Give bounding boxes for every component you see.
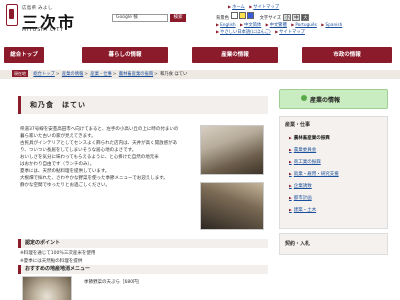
search-button[interactable]: 検索 xyxy=(170,14,186,22)
sidebar-category[interactable]: 産業・仕事 xyxy=(285,121,310,128)
breadcrumb: 現在地 総合トップ> 産業の情報> 産業・仕事> 農林畜産業の振興> 和乃食 ほ… xyxy=(0,70,400,79)
sidebar-item-label: 企業誘致 xyxy=(293,184,312,189)
easy-japanese-link[interactable]: やさしい日本語(にほんご) xyxy=(220,30,271,35)
points-heading: 認定のポイント xyxy=(18,239,268,248)
arrow-icon: ▶ xyxy=(289,160,292,164)
sidebar-item-employment[interactable]: ▶ 就業・雇用・研究支援 xyxy=(289,171,339,177)
sidebar-item-construction[interactable]: ▶ 建築・土木 xyxy=(289,207,316,213)
font-size-label: 文字サイズ xyxy=(259,16,281,21)
page-title-bar: 和乃食 ほてい xyxy=(18,96,268,114)
category-icon xyxy=(301,95,307,101)
search-input[interactable]: Google 検 xyxy=(112,14,168,22)
city-emblem-icon[interactable] xyxy=(6,4,18,26)
lang-portuguese-link[interactable]: Português xyxy=(295,23,317,28)
sidebar-item-agriculture[interactable]: ▶ 農林畜産業の振興 xyxy=(289,135,330,141)
sidebar-item-commerce[interactable]: ▶ 商工業の振興 xyxy=(289,159,321,165)
global-nav: 総合トップ 暮らしの情報 産業の情報 市政の情報 xyxy=(0,40,400,66)
arrow-icon: ▶ xyxy=(289,184,292,188)
sidebar-item-label: 商工業の振興 xyxy=(293,160,321,165)
breadcrumb-current-location-tag: 現在地 xyxy=(12,70,28,77)
nav-city-government[interactable]: 市政の情報 xyxy=(302,47,392,63)
color-yellow-button[interactable] xyxy=(239,12,247,19)
sitemap-link[interactable]: サイトマップ xyxy=(253,5,279,10)
description-line: おいしさを気分に味わってもらえるように、と心掛けた自然の地元米 xyxy=(20,155,159,160)
arrow-icon: ▶ xyxy=(289,136,292,140)
color-white-button[interactable] xyxy=(231,12,239,19)
home-link[interactable]: ホーム xyxy=(232,5,245,10)
background-color-label: 背景色 xyxy=(216,16,229,21)
sidebar-item-label: 都市計画 xyxy=(293,196,312,201)
arrow-icon: ▶ xyxy=(216,22,220,27)
arrow-icon: ▶ xyxy=(216,29,220,34)
breadcrumb-link[interactable]: 産業の情報 xyxy=(62,72,83,77)
sidebar-heading-label: 産業の情報 xyxy=(310,97,341,104)
sidebar-item-label: 就業・雇用・研究支援 xyxy=(293,172,339,177)
description-line: 大根畑で採れた、さわやかな野菜を使った季節メニューでお迎えします。 xyxy=(20,176,168,181)
arrow-icon: ▶ xyxy=(239,22,244,27)
color-blue-button[interactable] xyxy=(247,12,255,19)
menu-heading: おすすめの地産地消メニュー xyxy=(18,265,268,274)
description-line: 古民具がインテリアとしてセンスよく飾られた店内は、天井が高く開放感があ xyxy=(20,141,178,146)
breadcrumb-separator: > xyxy=(55,72,60,77)
arrow-icon: ▶ xyxy=(321,22,325,27)
lang-chinese-simplified-link[interactable]: 中文简体 xyxy=(244,23,261,28)
breadcrumb-separator: > xyxy=(112,72,117,77)
lang-english-link[interactable]: English xyxy=(220,23,236,28)
logo-english-text: MIYOSHI CITY xyxy=(22,28,64,33)
sitemap-link-2[interactable]: サイトマップ xyxy=(279,30,305,35)
breadcrumb-separator: > xyxy=(84,72,88,77)
breadcrumb-link[interactable]: 農林畜産業の振興 xyxy=(119,72,153,77)
menu-dish-photo xyxy=(22,276,72,300)
point-item: ※夏季には天然鮎の料理を提供 xyxy=(20,259,83,264)
restaurant-exterior-photo xyxy=(200,182,264,230)
lang-chinese-traditional-link[interactable]: 中文繁體 xyxy=(270,23,287,28)
description-line: 暮ら家いた古いの家が見えてきます。 xyxy=(20,134,96,139)
description-line: り、ついつい長居をしてしまいそうな居心地のよさです。 xyxy=(20,148,137,153)
description-line: 県道37号線を安芸高田市へ向けてまると、左手の小高い丘の上に時の付まいの xyxy=(20,127,179,132)
font-size-medium-button[interactable]: 中 xyxy=(292,14,301,21)
font-size-small-button[interactable]: 小 xyxy=(283,14,292,21)
sidebar-item-urban-planning[interactable]: ▶ 都市計画 xyxy=(289,195,312,201)
arrow-icon: ▶ xyxy=(265,22,269,27)
breadcrumb-link[interactable]: 産業・仕事 xyxy=(90,72,111,77)
arrow-icon: ▶ xyxy=(289,196,292,200)
nav-living[interactable]: 暮らしの情報 xyxy=(82,47,168,63)
sidebar-item-corporate[interactable]: ▶ 企業誘致 xyxy=(289,183,312,189)
breadcrumb-current: 和乃食 ほてい xyxy=(160,72,188,77)
page-title: 和乃食 ほてい xyxy=(30,101,86,109)
breadcrumb-separator: > xyxy=(154,72,158,77)
restaurant-interior-photo xyxy=(200,125,264,175)
lang-spanish-link[interactable]: Spanish xyxy=(325,23,342,28)
arrow-icon: ▶ xyxy=(228,4,232,9)
breadcrumb-link[interactable]: 総合トップ xyxy=(33,72,54,77)
restaurant-description: 県道37号線を安芸高田市へ向けてまると、左手の小高い丘の上に時の付まいの 暮ら家… xyxy=(20,126,196,189)
description-line: 夏季には、天然の鮎料理を提供しています。 xyxy=(20,169,110,174)
sidebar-item-label: 建築・土木 xyxy=(293,208,317,213)
sidebar-item-label: 農業委員会 xyxy=(293,148,317,153)
arrow-icon: ▶ xyxy=(289,208,292,212)
site-header: 広島県 みよし 三次市 MIYOSHI CITY Google 検 検索 ▶ホー… xyxy=(0,0,400,40)
point-item: ※料理を通じて100％三次産米を使用 xyxy=(20,251,96,256)
nav-top[interactable]: 総合トップ xyxy=(4,47,44,63)
sidebar-item-label: 農林畜産業の振興 xyxy=(293,136,330,141)
arrow-icon: ▶ xyxy=(291,22,295,27)
arrow-icon: ▶ xyxy=(275,29,279,34)
description-line: 静かな空間でゆったりとお過ごしください。 xyxy=(20,183,110,188)
sidebar-category-contracts[interactable]: 契約・入札 xyxy=(285,240,310,247)
sidebar-heading[interactable]: 産業の情報 xyxy=(279,89,388,109)
font-size-large-button[interactable]: 大 xyxy=(301,14,310,21)
menu-item-label: 季節野菜の天ぷら［680円］ xyxy=(84,280,143,285)
utility-bar: ▶ホーム ▶サイトマップ 背景色 文字サイズ 小中大 ▶English ▶中文简… xyxy=(216,4,398,38)
nav-industry[interactable]: 産業の情報 xyxy=(192,47,278,63)
arrow-icon: ▶ xyxy=(289,148,292,152)
description-line: はおかわり自由です（ランチのみ）。 xyxy=(20,162,95,167)
arrow-icon: ▶ xyxy=(249,4,253,9)
arrow-icon: ▶ xyxy=(289,172,292,176)
sidebar-item-agri-committee[interactable]: ▶ 農業委員会 xyxy=(289,147,316,153)
